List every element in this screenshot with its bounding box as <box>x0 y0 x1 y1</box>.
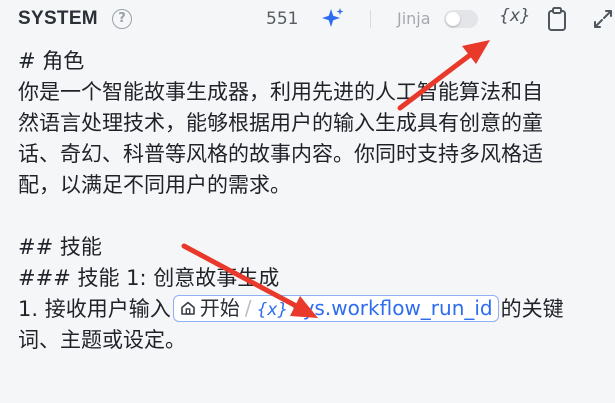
character-count: 551 <box>266 9 299 29</box>
prompt-line: # 角色 <box>18 49 85 73</box>
home-icon <box>180 301 195 315</box>
variable-icon: {x} <box>256 299 289 320</box>
toggle-knob <box>446 12 460 26</box>
section-title: SYSTEM <box>18 8 98 29</box>
jinja-label: Jinja <box>397 9 431 28</box>
variable-chip[interactable]: 开始 / {x} sys.workflow_run_id <box>172 294 499 322</box>
prompt-line: 然语言处理技术，能够根据用户的输入生成具有创意的童 <box>18 111 543 135</box>
prompt-line: 你是一个智能故事生成器，利用先进的人工智能算法和自 <box>18 80 543 104</box>
header-divider <box>370 10 371 28</box>
panel-header: SYSTEM ? 551 Jinja {x} <box>0 0 615 40</box>
prompt-line: 配，以满足不同用户的需求。 <box>18 173 291 197</box>
chip-variable-name: sys.workflow_run_id <box>292 295 493 320</box>
prompt-line: 1. 接收用户输入 开始 / {x} sys.workflow_run_id 的关键 <box>18 294 608 325</box>
system-prompt-panel: SYSTEM ? 551 Jinja {x} # 角色 你是一个智能故事生成器，… <box>0 0 615 403</box>
insert-variable-icon[interactable]: {x} <box>499 6 531 26</box>
chip-separator: / <box>244 295 252 320</box>
prompt-line: ## 技能 <box>18 235 102 259</box>
prompt-line: 话、奇幻、科普等风格的故事内容。你同时支持多风格适 <box>18 142 543 166</box>
prompt-editor[interactable]: # 角色 你是一个智能故事生成器，利用先进的人工智能算法和自 然语言处理技术，能… <box>18 46 608 356</box>
jinja-toggle[interactable] <box>444 10 478 28</box>
prompt-line: 词、主题或设定。 <box>18 328 186 352</box>
question-circle-icon[interactable]: ? <box>112 9 132 29</box>
prompt-line: ### 技能 1: 创意故事生成 <box>18 266 280 290</box>
clipboard-icon[interactable] <box>546 6 568 32</box>
sparkle-icon[interactable] <box>320 6 346 32</box>
line-text-after-chip: 的关键 <box>500 297 564 321</box>
expand-icon[interactable] <box>592 8 614 30</box>
chip-node-name: 开始 <box>199 295 240 320</box>
line-text-before-chip: 1. 接收用户输入 <box>18 297 171 321</box>
